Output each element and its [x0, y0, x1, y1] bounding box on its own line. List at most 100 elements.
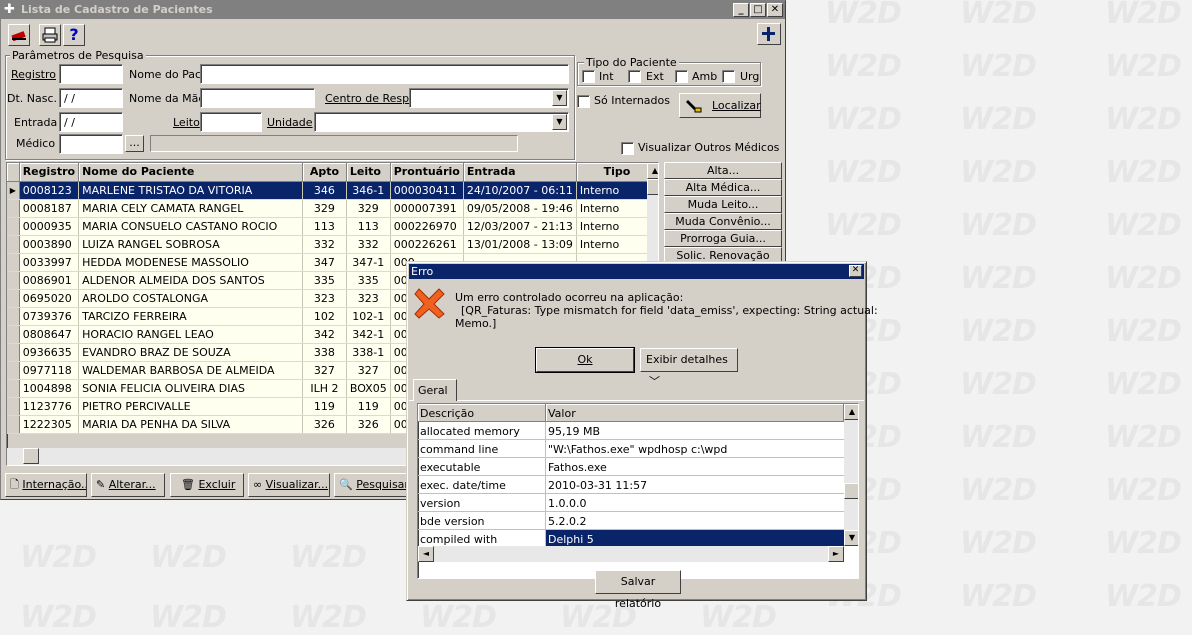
table-cell[interactable]: TARCIZO FERREIRA: [78, 307, 303, 326]
table-cell[interactable]: 0003890: [19, 235, 80, 254]
table-cell[interactable]: PIETRO PERCIVALLE: [78, 397, 303, 416]
details-value[interactable]: "W:\Fathos.exe" wpdhosp c:\wpd: [546, 440, 844, 458]
details-row[interactable]: exec. date/time 2010-03-31 11:57: [418, 476, 844, 494]
table-cell[interactable]: 342-1: [346, 325, 391, 344]
details-row[interactable]: allocated memory 95,19 MB: [418, 422, 844, 440]
table-cell[interactable]: 326: [346, 415, 391, 434]
table-cell[interactable]: 24/10/2007 - 06:11: [463, 181, 577, 200]
table-row[interactable]: 0003890 LUIZA RANGEL SOBROSA 332 332 0002262…: [7, 235, 658, 254]
dt-nasc-field[interactable]: / /: [59, 88, 123, 108]
table-cell[interactable]: 346-1: [346, 181, 391, 200]
details-value[interactable]: 5.2.0.2: [546, 512, 844, 530]
table-cell[interactable]: 323: [302, 289, 347, 308]
muda-leito-button[interactable]: Muda Leito...: [664, 196, 782, 213]
eraser-button[interactable]: [8, 24, 30, 46]
tipo-int-checkbox[interactable]: [582, 70, 595, 83]
table-cell[interactable]: ILH 2: [302, 379, 347, 398]
column-header[interactable]: Nome do Paciente: [78, 163, 303, 182]
table-cell[interactable]: 332: [346, 235, 391, 254]
tipo-amb-checkbox[interactable]: [675, 70, 688, 83]
table-cell[interactable]: 347-1: [346, 253, 391, 272]
scroll-left-arrow-icon[interactable]: ◄: [418, 546, 434, 562]
maximize-button[interactable]: □: [750, 3, 766, 17]
table-cell[interactable]: 102-1: [346, 307, 391, 326]
so-internados-checkbox[interactable]: [577, 95, 590, 108]
table-cell[interactable]: 327: [302, 361, 347, 380]
column-header[interactable]: Apto: [302, 163, 347, 182]
table-cell[interactable]: 326: [302, 415, 347, 434]
nome-mae-field[interactable]: [200, 88, 315, 108]
scroll-thumb[interactable]: [844, 483, 858, 499]
visualizar-outros-checkbox[interactable]: [621, 142, 634, 155]
table-cell[interactable]: 000007391: [390, 199, 464, 218]
table-cell[interactable]: MARLENE TRISTAO DA VITORIA: [78, 181, 303, 200]
column-header[interactable]: Registro: [19, 163, 80, 182]
entrada-field[interactable]: / /: [59, 112, 123, 132]
scroll-thumb[interactable]: [23, 448, 39, 464]
medico-field[interactable]: [59, 134, 123, 154]
table-cell[interactable]: ALDENOR ALMEIDA DOS SANTOS: [78, 271, 303, 290]
leito-field[interactable]: [200, 112, 262, 132]
chevron-down-icon[interactable]: ▼: [552, 114, 567, 130]
nome-pac-field[interactable]: [200, 64, 569, 84]
alta-medica-button[interactable]: Alta Médica...: [664, 179, 782, 196]
table-cell[interactable]: 12/03/2007 - 21:13: [463, 217, 577, 236]
minimize-button[interactable]: _: [733, 3, 749, 17]
pesquisar-button[interactable]: 🔍 Pesquisar...: [334, 473, 410, 497]
details-vertical-scrollbar[interactable]: ▲ ▼: [844, 404, 858, 546]
details-value[interactable]: Fathos.exe: [546, 458, 844, 476]
table-cell[interactable]: 332: [302, 235, 347, 254]
chevron-down-icon[interactable]: ▼: [552, 90, 567, 106]
table-cell[interactable]: SONIA FELICIA OLIVEIRA DIAS: [78, 379, 303, 398]
column-header[interactable]: Prontuário: [390, 163, 464, 182]
close-icon[interactable]: ✕: [849, 265, 862, 277]
table-row[interactable]: ▶ 0008123 MARLENE TRISTAO DA VITORIA 346 346…: [7, 181, 658, 200]
table-cell[interactable]: 342: [302, 325, 347, 344]
table-cell[interactable]: HEDDA MODENESE MASSOLIO: [78, 253, 303, 272]
table-cell[interactable]: AROLDO COSTALONGA: [78, 289, 303, 308]
table-cell[interactable]: 13/01/2008 - 13:09: [463, 235, 577, 254]
table-cell[interactable]: 102: [302, 307, 347, 326]
scroll-up-arrow-icon[interactable]: ▲: [844, 404, 858, 420]
table-cell[interactable]: 338-1: [346, 343, 391, 362]
table-cell[interactable]: MARIA DA PENHA DA SILVA: [78, 415, 303, 434]
table-cell[interactable]: Interno: [576, 199, 658, 218]
table-cell[interactable]: 346: [302, 181, 347, 200]
localizar-button[interactable]: Localizar: [679, 93, 761, 118]
scroll-down-arrow-icon[interactable]: ▼: [844, 530, 858, 546]
scroll-right-arrow-icon[interactable]: ►: [828, 546, 844, 562]
table-cell[interactable]: 0808647: [19, 325, 80, 344]
tab-geral[interactable]: Geral: [413, 379, 457, 401]
table-cell[interactable]: 0977118: [19, 361, 80, 380]
table-cell[interactable]: 0033997: [19, 253, 80, 272]
unidade-dropdown[interactable]: ▼: [314, 112, 569, 132]
alterar-button[interactable]: ✎ Alterar...: [91, 473, 165, 497]
table-cell[interactable]: 113: [346, 217, 391, 236]
muda-convenio-button[interactable]: Muda Convênio...: [664, 213, 782, 230]
scroll-thumb[interactable]: [647, 179, 658, 195]
table-cell[interactable]: 1004898: [19, 379, 80, 398]
table-cell[interactable]: 0086901: [19, 271, 80, 290]
table-cell[interactable]: HORACIO RANGEL LEAO: [78, 325, 303, 344]
column-header[interactable]: Entrada: [463, 163, 577, 182]
table-cell[interactable]: 347: [302, 253, 347, 272]
pin-button[interactable]: [757, 23, 781, 45]
table-cell[interactable]: Interno: [576, 217, 658, 236]
table-cell[interactable]: 09/05/2008 - 19:46: [463, 199, 577, 218]
ok-button[interactable]: Ok: [535, 347, 635, 373]
table-cell[interactable]: 329: [302, 199, 347, 218]
save-report-button[interactable]: Salvar relatório: [595, 570, 681, 610]
table-cell[interactable]: 1222305: [19, 415, 80, 434]
registro-field[interactable]: [59, 64, 123, 84]
column-header[interactable]: Descrição: [418, 404, 546, 422]
details-row[interactable]: bde version 5.2.0.2: [418, 512, 844, 530]
table-cell[interactable]: 000226261: [390, 235, 464, 254]
tipo-urg-checkbox[interactable]: [722, 70, 735, 83]
table-cell[interactable]: 0008187: [19, 199, 80, 218]
column-header[interactable]: Tipo: [576, 163, 658, 182]
details-button[interactable]: Exibir detalhes ﹀: [640, 348, 738, 388]
visualizar-button[interactable]: ∞ Visualizar...: [248, 473, 330, 497]
details-row[interactable]: executable Fathos.exe: [418, 458, 844, 476]
excluir-button[interactable]: 🗑 Excluir: [170, 473, 244, 497]
prorroga-guia-button[interactable]: Prorroga Guia...: [664, 230, 782, 247]
